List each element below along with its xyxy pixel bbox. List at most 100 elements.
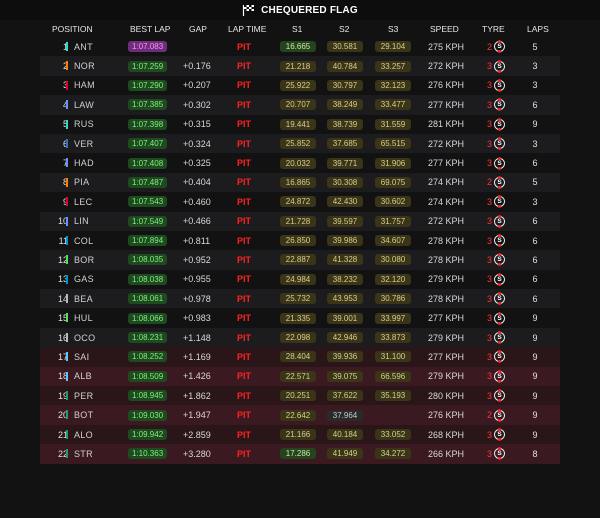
sector2-time: 37.622 <box>327 390 363 402</box>
sector2-cell: 39.001 <box>325 308 365 327</box>
sector1-time: 20.707 <box>280 99 316 111</box>
lap-time-pit: PIT <box>237 351 252 362</box>
position-number: 4 <box>48 95 68 114</box>
laps-count: 3 <box>532 61 538 72</box>
table-row[interactable]: 17 SAI 1:08.252 +1.169 PIT 28.404 39.936 31.100… <box>40 347 560 367</box>
sector1-time: 25.922 <box>280 79 316 91</box>
driver-code: LAW <box>74 99 95 110</box>
team-color-bar <box>66 332 68 342</box>
sector1-time: 26.850 <box>280 235 316 247</box>
table-row[interactable]: 8 PIA 1:07.487 +0.404 PIT 16.865 30.308 69.075 2… <box>40 172 560 193</box>
table-row[interactable]: 2 NOR 1:07.259 +0.176 PIT 21.218 40.784 33.257 2… <box>40 56 560 76</box>
col-laps: LAPS <box>527 23 549 34</box>
position-number: 6 <box>48 134 68 153</box>
sector2-time: 42.430 <box>327 196 363 208</box>
sector2-time: 30.308 <box>327 176 363 188</box>
lap-time-pit: PIT <box>237 293 252 304</box>
sector2-cell: 40.784 <box>325 56 365 75</box>
gap-value: +1.862 <box>183 390 211 401</box>
page-title: CHEQUERED FLAG <box>261 4 358 16</box>
table-row[interactable]: 22 STR 1:10.363 +3.280 PIT 17.286 41.949 34.272… <box>40 444 560 464</box>
soft-tyre-icon: S <box>494 78 505 92</box>
best-lap-cell: 1:08.945 <box>128 386 168 405</box>
laps-count: 9 <box>532 119 538 130</box>
table-row[interactable]: 19 PER 1:08.945 +1.862 PIT 20.251 37.622 35.193… <box>40 386 560 406</box>
laps-count: 9 <box>532 371 538 382</box>
best-lap-cell: 1:08.509 <box>128 367 168 386</box>
tyre-cell: S <box>494 56 505 75</box>
table-row[interactable]: 15 HUL 1:08.066 +0.983 PIT 21.335 39.001 33.997… <box>40 308 560 327</box>
tyre-age: 3 <box>486 254 492 265</box>
sector2-time: 39.597 <box>327 215 363 227</box>
team-color-bar <box>66 371 68 381</box>
table-row[interactable]: 10 LIN 1:07.549 +0.466 PIT 21.728 39.597 31.757… <box>40 211 560 231</box>
sector3-time: 32.123 <box>375 79 411 91</box>
tyre-cell: S <box>494 76 505 95</box>
lap-time-pit: PIT <box>237 80 252 91</box>
tyre-cell: S <box>494 367 505 386</box>
sector3-cell: 69.075 <box>373 173 413 192</box>
sector2-time: 39.936 <box>327 351 363 363</box>
table-row[interactable]: 5 RUS 1:07.398 +0.315 PIT 19.441 38.739 31.559 2… <box>40 115 560 134</box>
sector3-time: 65.515 <box>375 138 411 150</box>
sector3-cell: 30.080 <box>373 250 413 269</box>
sector3-cell: 32.123 <box>373 76 413 95</box>
lap-time-pit: PIT <box>237 138 252 149</box>
sector1-time: 22.887 <box>280 254 316 266</box>
position-number: 10 <box>57 216 68 227</box>
table-row[interactable]: 1 ANT 1:07.083 PIT 16.665 30.581 29.104 275 KPH… <box>40 37 560 56</box>
sector3-time: 32.120 <box>375 273 411 285</box>
table-row[interactable]: 7 HAD 1:07.408 +0.325 PIT 20.032 39.771 31.906 2… <box>40 153 560 172</box>
best-lap-time: 1:07.398 <box>128 118 168 130</box>
table-row[interactable]: 20 BOT 1:09.030 +1.947 PIT 22.642 37.964 276 KP… <box>40 405 560 425</box>
table-row[interactable]: 4 LAW 1:07.385 +0.302 PIT 20.707 38.249 33.477 2… <box>40 95 560 115</box>
best-lap-time: 1:08.061 <box>128 293 168 305</box>
sector3-time: 31.757 <box>375 215 411 227</box>
sector1-time: 22.571 <box>280 370 316 382</box>
team-color-bar <box>66 235 68 245</box>
tyre-cell: S <box>494 250 505 269</box>
tyre-age: 2 <box>486 177 492 188</box>
best-lap-cell: 1:07.083 <box>128 37 168 56</box>
tyre-age: 3 <box>486 293 492 304</box>
driver-code: COL <box>74 235 94 246</box>
col-speed: SPEED <box>430 23 459 34</box>
table-row[interactable]: 12 BOR 1:08.035 +0.952 PIT 22.887 41.328 30.080… <box>40 250 560 270</box>
sector1-cell: 22.642 <box>278 405 318 424</box>
team-color-bar <box>66 80 68 90</box>
table-row[interactable]: 11 COL 1:07.894 +0.811 PIT 26.850 39.986 34.607… <box>40 231 560 250</box>
laps-count: 5 <box>532 41 538 52</box>
sector3-cell: 31.906 <box>373 153 413 172</box>
table-row[interactable]: 14 BEA 1:08.061 +0.978 PIT 25.732 43.953 30.786… <box>40 289 560 309</box>
sector1-time: 21.166 <box>280 429 316 440</box>
team-color-bar <box>66 294 68 304</box>
team-color-bar <box>66 100 68 110</box>
sector3-time: 35.193 <box>375 390 411 402</box>
table-row[interactable]: 16 OCO 1:08.231 +1.148 PIT 22.098 42.946 33.873… <box>40 327 560 348</box>
table-row[interactable]: 6 VER 1:07.407 +0.324 PIT 25.852 37.685 65.515 2… <box>40 133 560 154</box>
tyre-age: 3 <box>486 196 492 207</box>
best-lap-cell: 1:07.290 <box>128 76 168 95</box>
best-lap-time: 1:08.509 <box>128 370 168 382</box>
table-row[interactable]: 3 HAM 1:07.290 +0.207 PIT 25.922 30.797 32.123 2… <box>40 76 560 95</box>
position-number: 8 <box>48 173 68 192</box>
position-number: 1 <box>48 37 68 56</box>
position-number: 19 <box>57 390 68 401</box>
table-row[interactable]: 9 LEC 1:07.543 +0.460 PIT 24.872 42.430 30.602 2… <box>40 192 560 211</box>
best-lap-cell: 1:08.066 <box>128 308 168 327</box>
best-lap-cell: 1:07.407 <box>128 134 168 153</box>
best-lap-cell: 1:08.231 <box>128 328 168 347</box>
table-row[interactable]: 21 ALO 1:09.942 +2.859 PIT 21.166 40.184 33.052… <box>40 424 560 445</box>
laps-count: 9 <box>532 313 538 324</box>
table-row[interactable]: 13 GAS 1:08.038 +0.955 PIT 24.984 38.232 32.120… <box>40 270 560 289</box>
sector1-cell: 25.852 <box>278 134 318 153</box>
table-row[interactable]: 18 ALB 1:08.509 +1.426 PIT 22.571 39.075 66.596… <box>40 366 560 387</box>
laps-count: 9 <box>532 351 538 362</box>
team-color-bar <box>66 255 68 265</box>
sector3-cell: 32.120 <box>373 270 413 289</box>
best-lap-time: 1:07.408 <box>128 157 168 169</box>
sector2-cell: 39.771 <box>325 153 365 172</box>
sector1-time: 28.404 <box>280 351 316 363</box>
tyre-cell: S <box>494 328 505 347</box>
team-color-bar <box>66 119 68 129</box>
